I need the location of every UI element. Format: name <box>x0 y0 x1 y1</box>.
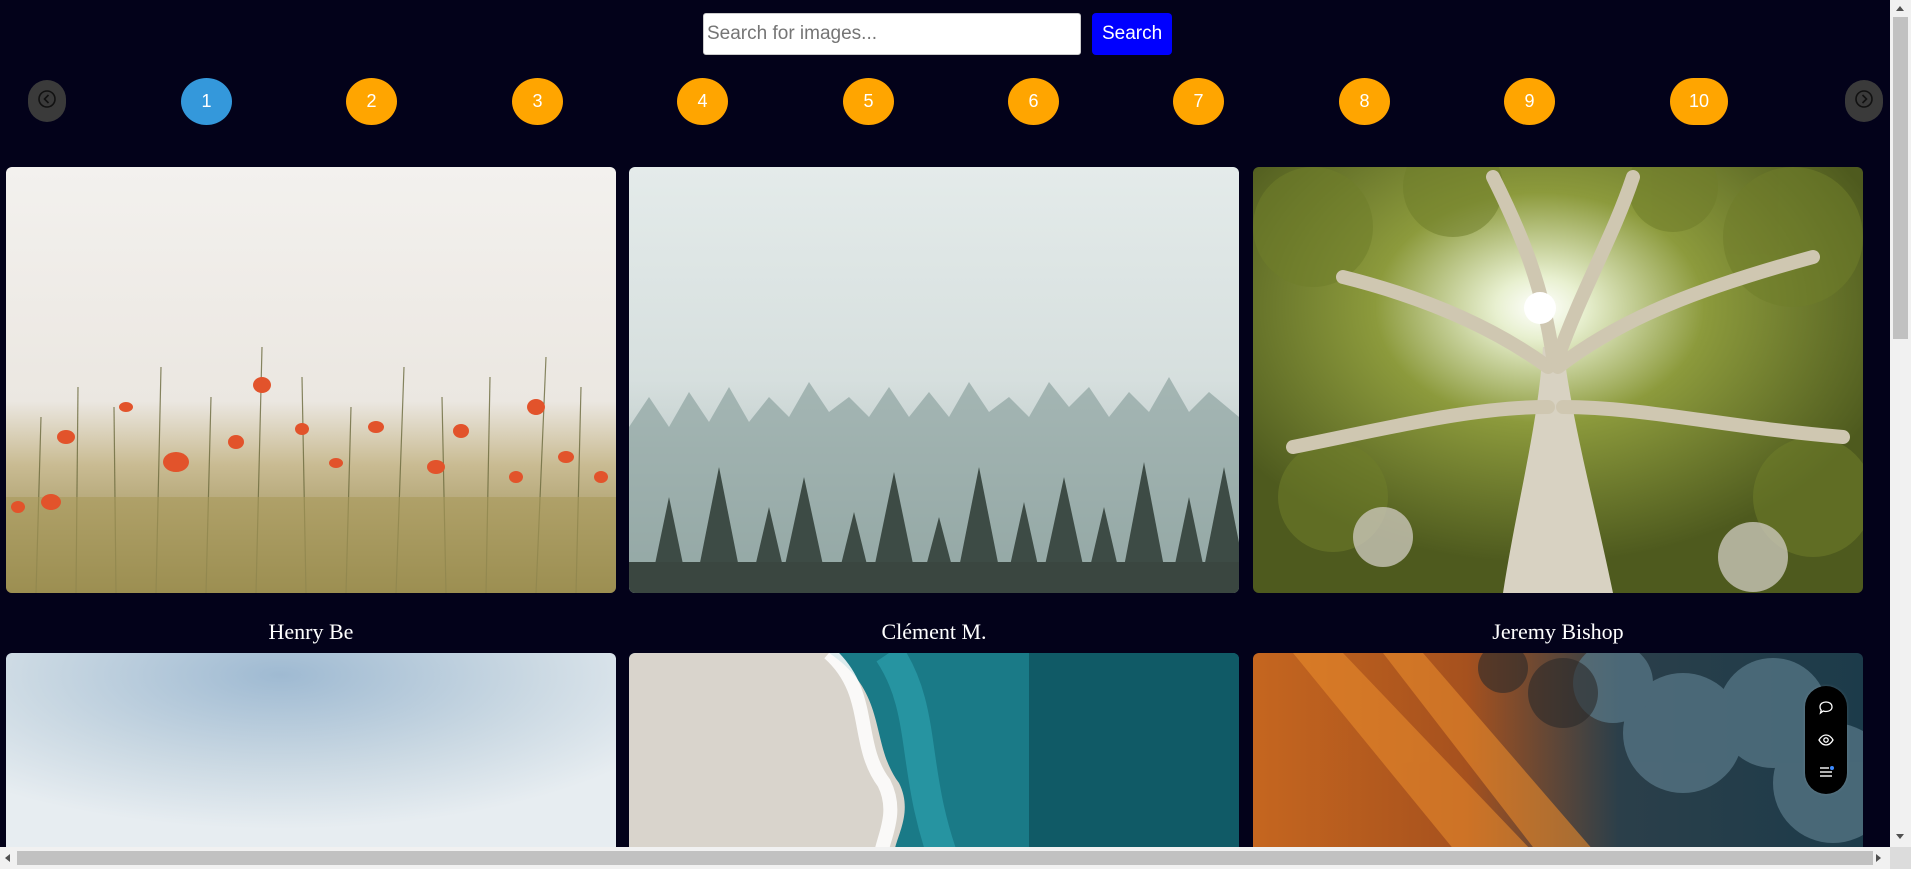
scroll-right-arrow-icon[interactable] <box>1876 854 1881 862</box>
photo-caption: Clément M. <box>881 619 987 644</box>
page-button-7[interactable]: 7 <box>1173 78 1224 125</box>
horizontal-scrollbar-thumb[interactable] <box>17 851 1873 865</box>
page-number: 1 <box>201 91 212 111</box>
photo-sunset-clouds[interactable] <box>1253 653 1863 847</box>
horizontal-scrollbar[interactable] <box>0 847 1890 869</box>
page-button-4[interactable]: 4 <box>677 78 728 125</box>
page-number: 2 <box>366 91 377 111</box>
prev-page-button[interactable] <box>28 80 66 122</box>
page-number: 10 <box>1688 91 1710 111</box>
page-number: 9 <box>1524 91 1535 111</box>
photo-caption: Henry Be <box>268 619 354 644</box>
page-number: 7 <box>1193 91 1204 111</box>
page: Search 1 2 3 4 5 6 7 8 9 10 <box>0 0 1890 847</box>
circle-arrow-right-icon <box>1854 89 1874 114</box>
floating-toolbar <box>1805 686 1847 794</box>
photo-blurred-sky[interactable] <box>6 653 616 847</box>
search-bar: Search <box>703 13 1173 55</box>
eye-icon[interactable] <box>1816 730 1836 750</box>
search-button[interactable]: Search <box>1092 13 1173 55</box>
page-number: 8 <box>1359 91 1370 111</box>
page-button-1[interactable]: 1 <box>181 78 232 125</box>
next-page-button[interactable] <box>1845 80 1883 122</box>
page-button-8[interactable]: 8 <box>1339 78 1390 125</box>
page-button-10[interactable]: 10 <box>1670 78 1728 125</box>
scrollbar-corner <box>1890 847 1911 869</box>
chat-bubble-icon[interactable] <box>1816 698 1836 718</box>
circle-arrow-left-icon <box>37 89 57 114</box>
photo-sunlit-tree[interactable] <box>1253 167 1863 593</box>
photo-caption: Jeremy Bishop <box>1492 619 1624 644</box>
page-button-6[interactable]: 6 <box>1008 78 1059 125</box>
page-number: 5 <box>863 91 874 111</box>
page-button-3[interactable]: 3 <box>512 78 563 125</box>
page-button-5[interactable]: 5 <box>843 78 894 125</box>
page-button-2[interactable]: 2 <box>346 78 397 125</box>
scroll-down-arrow-icon[interactable] <box>1896 834 1904 839</box>
list-icon[interactable] <box>1816 762 1836 782</box>
page-number: 6 <box>1028 91 1039 111</box>
vertical-scrollbar-thumb[interactable] <box>1893 17 1908 339</box>
page-number: 4 <box>697 91 708 111</box>
page-button-9[interactable]: 9 <box>1504 78 1555 125</box>
scroll-left-arrow-icon[interactable] <box>5 854 10 862</box>
scroll-up-arrow-icon[interactable] <box>1896 6 1904 11</box>
search-input[interactable] <box>703 13 1081 55</box>
page-number: 3 <box>532 91 543 111</box>
photo-aerial-ocean-shore[interactable] <box>629 653 1239 847</box>
photo-foggy-forest[interactable] <box>629 167 1239 593</box>
pagination: 1 2 3 4 5 6 7 8 9 10 <box>0 78 1890 128</box>
vertical-scrollbar[interactable] <box>1890 0 1911 847</box>
photo-poppy-field[interactable] <box>6 167 616 593</box>
